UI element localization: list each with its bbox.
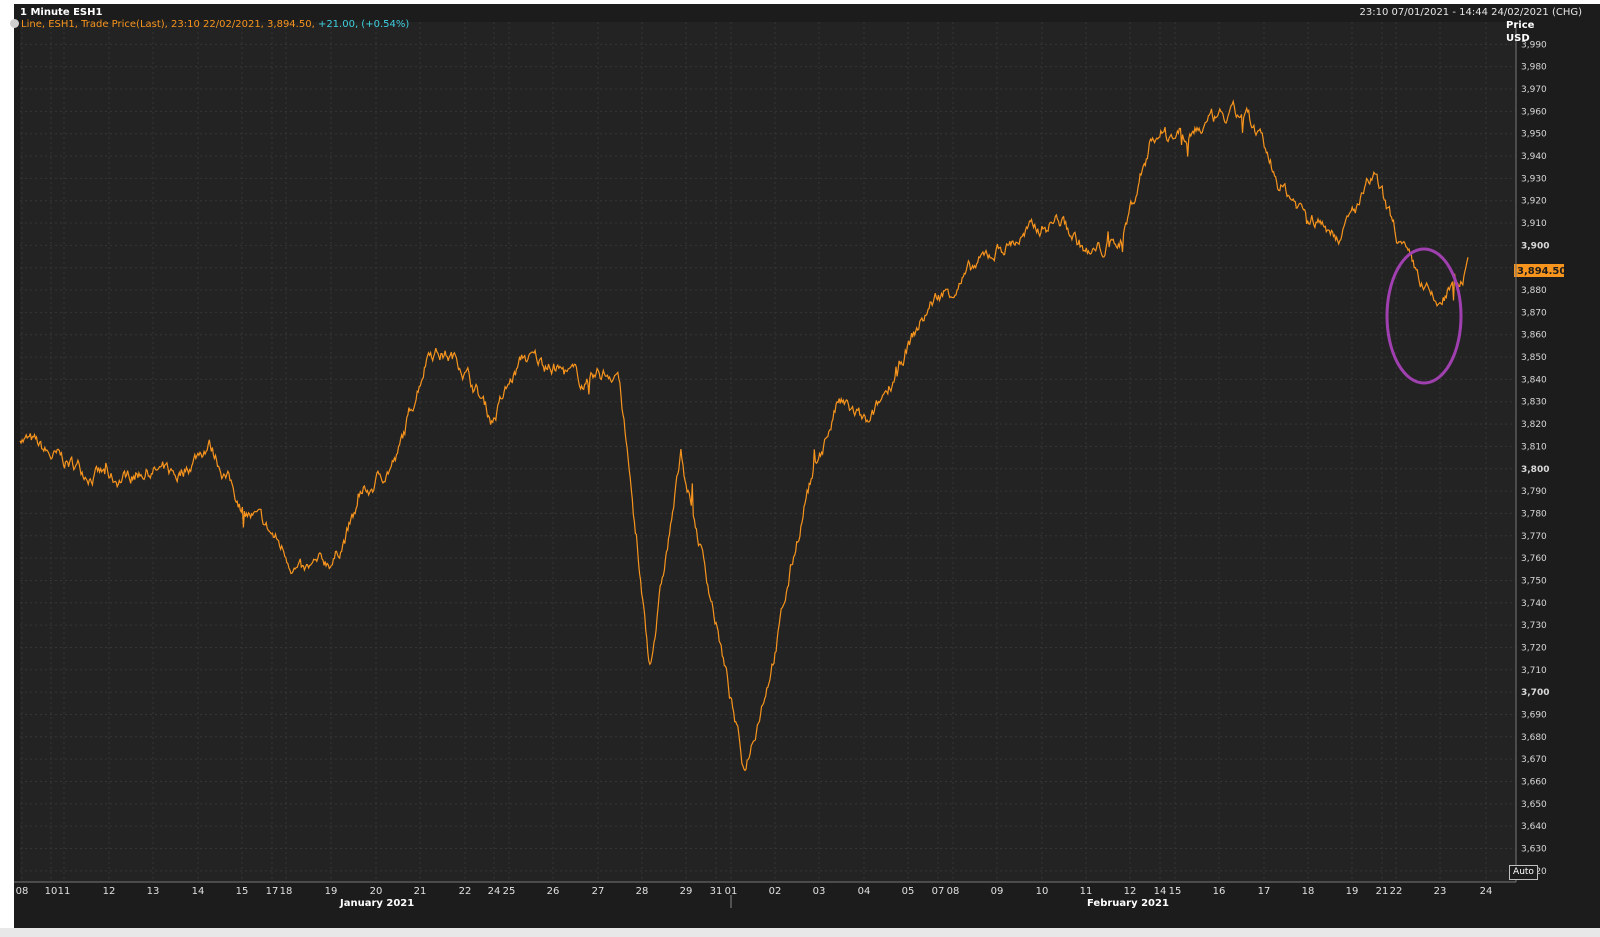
x-tick-label: 12 [1124, 886, 1137, 897]
y-tick-label: 3,940 [1521, 152, 1547, 162]
y-tick-label: 3,730 [1521, 621, 1547, 631]
plot-area [20, 22, 1516, 882]
y-tick-label: 3,710 [1521, 666, 1547, 676]
y-tick-label: 3,670 [1521, 755, 1547, 765]
last-price-label: 3,894.50 [1517, 266, 1566, 277]
y-tick-label: 3,850 [1521, 353, 1547, 363]
y-tick-label: 3,920 [1521, 197, 1547, 207]
x-tick-label: 13 [147, 886, 160, 897]
y-tick-label: 3,720 [1521, 643, 1547, 653]
y-tick-label: 3,810 [1521, 442, 1547, 452]
month-label-january: January 2021 [339, 898, 414, 909]
y-tick-label: 3,790 [1521, 487, 1547, 497]
y-tick-label: 3,930 [1521, 174, 1547, 184]
x-tick-label: 02 [769, 886, 782, 897]
x-tick-label: 25 [503, 886, 516, 897]
price-axis-header: Price USD [1506, 19, 1534, 45]
x-tick-label: 14 [192, 886, 205, 897]
x-tick-label: 22 [459, 886, 472, 897]
x-tick-label: 12 [103, 886, 116, 897]
x-tick-label: 15 [1169, 886, 1182, 897]
auto-scale-button[interactable]: Auto [1509, 865, 1538, 880]
x-tick-label: 26 [547, 886, 560, 897]
month-label-february: February 2021 [1087, 898, 1169, 909]
x-tick-label: 10 [1036, 886, 1049, 897]
x-tick-label: 08 [947, 886, 960, 897]
y-tick-label: 3,640 [1521, 822, 1547, 832]
y-tick-label: 3,770 [1521, 532, 1547, 542]
y-tick-label: 3,830 [1521, 398, 1547, 408]
x-tick-label: 16 [1213, 886, 1226, 897]
x-tick-label: 14 [1154, 886, 1167, 897]
y-tick-label: 3,650 [1521, 800, 1547, 810]
price-axis-currency: USD [1506, 33, 1530, 44]
y-tick-label: 3,680 [1521, 733, 1547, 743]
y-tick-label: 3,740 [1521, 599, 1547, 609]
y-tick-label: 3,980 [1521, 63, 1547, 73]
y-tick-label: 3,800 [1521, 465, 1549, 475]
x-tick-label: 29 [680, 886, 693, 897]
x-tick-label: 24 [1480, 886, 1493, 897]
y-tick-label: 3,870 [1521, 308, 1547, 318]
y-tick-label: 3,760 [1521, 554, 1547, 564]
y-axis-ticks: 3,6203,6303,6403,6503,6603,6703,6803,690… [1521, 40, 1549, 876]
y-tick-label: 3,700 [1521, 688, 1549, 698]
x-tick-label: 11 [1080, 886, 1093, 897]
x-tick-label: 27 [592, 886, 605, 897]
y-tick-label: 3,840 [1521, 375, 1547, 385]
x-tick-label: 21 [1376, 886, 1389, 897]
x-tick-label: 03 [813, 886, 826, 897]
x-tick-label: 11 [58, 886, 71, 897]
x-tick-label: 20 [370, 886, 383, 897]
x-tick-label: 17 [266, 886, 279, 897]
y-tick-label: 3,660 [1521, 777, 1547, 787]
x-tick-label: 09 [991, 886, 1004, 897]
y-tick-label: 3,900 [1521, 241, 1549, 251]
x-tick-label: 17 [1258, 886, 1271, 897]
x-tick-label: 28 [636, 886, 649, 897]
y-tick-label: 3,960 [1521, 107, 1547, 117]
x-tick-label: 10 [45, 886, 58, 897]
x-tick-label: 22 [1390, 886, 1403, 897]
y-tick-label: 3,750 [1521, 576, 1547, 586]
y-tick-label: 3,860 [1521, 331, 1547, 341]
x-tick-label: 24 [488, 886, 501, 897]
legend-text: Line, ESH1, Trade Price(Last), 23:10 22/… [21, 19, 315, 30]
series-settings-icon[interactable] [10, 19, 19, 28]
y-tick-label: 3,880 [1521, 286, 1547, 296]
x-tick-label: 19 [1346, 886, 1359, 897]
x-tick-label: 15 [236, 886, 249, 897]
x-tick-label: 18 [1302, 886, 1315, 897]
price-axis-label: Price [1506, 20, 1535, 31]
x-tick-label: 18 [280, 886, 293, 897]
x-tick-label: 19 [325, 886, 338, 897]
x-tick-label: 21 [414, 886, 427, 897]
series-legend[interactable]: Line, ESH1, Trade Price(Last), 23:10 22/… [10, 19, 409, 30]
legend-change: +21.00, (+0.54%) [317, 19, 410, 30]
x-axis-ticks: 08 10 11 12 13 14 15 17 18 19 20 21 22 24 25 26 27 28 29 31… [16, 886, 1493, 897]
y-tick-label: 3,820 [1521, 420, 1547, 430]
y-tick-label: 3,910 [1521, 219, 1547, 229]
bottom-scrollbar[interactable] [0, 928, 1600, 937]
y-tick-label: 3,690 [1521, 710, 1547, 720]
x-tick-label: 23 [1434, 886, 1447, 897]
y-tick-label: 3,780 [1521, 509, 1547, 519]
x-tick-label: 05 [902, 886, 915, 897]
y-tick-label: 3,970 [1521, 85, 1547, 95]
x-tick-label: 31 [710, 886, 723, 897]
x-tick-label: 07 [932, 886, 945, 897]
y-tick-label: 3,630 [1521, 844, 1547, 854]
x-tick-label: 08 [16, 886, 29, 897]
y-tick-label: 3,950 [1521, 130, 1547, 140]
x-tick-label: 04 [858, 886, 871, 897]
price-chart[interactable]: 3,6203,6303,6403,6503,6603,6703,6803,690… [0, 0, 1600, 930]
